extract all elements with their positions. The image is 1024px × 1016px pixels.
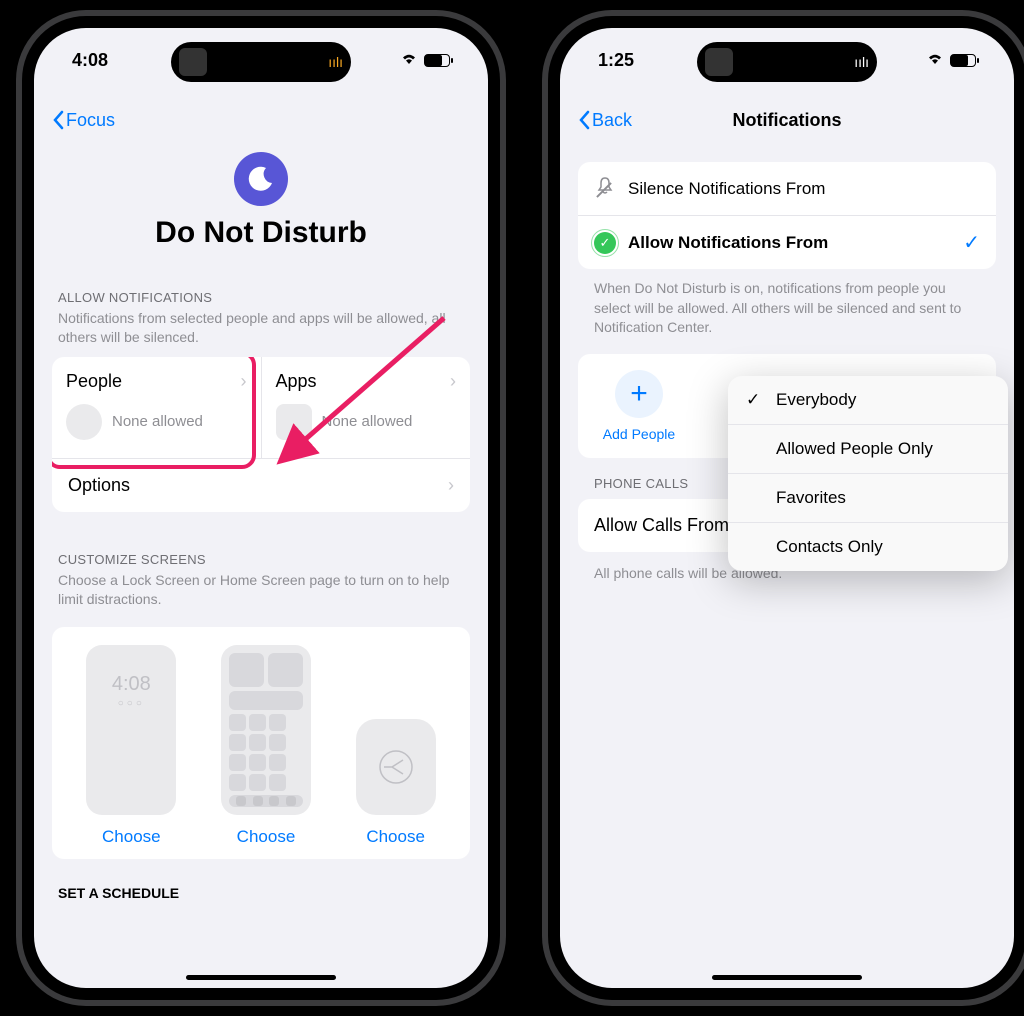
add-people-label: Add People	[603, 426, 675, 442]
calls-from-popover: ✓ Everybody Allowed People Only Favorite…	[728, 376, 1008, 571]
back-label: Back	[592, 110, 632, 131]
screens-card: 4:08 ○○○ Choose C	[52, 627, 470, 859]
home-screen-preview	[221, 645, 311, 815]
dynamic-island: ıılı	[171, 42, 351, 82]
checkmark-icon: ✓	[963, 230, 980, 255]
wifi-icon	[400, 51, 418, 70]
options-label: Options	[68, 475, 130, 496]
section-allow-header: ALLOW NOTIFICATIONS	[52, 290, 470, 305]
audio-wave-icon: ıılı	[854, 54, 869, 70]
section-schedule-header: SET A SCHEDULE	[52, 885, 470, 901]
people-sub: None allowed	[112, 413, 203, 430]
popover-label: Allowed People Only	[776, 439, 933, 459]
avatar-placeholder	[66, 404, 102, 440]
section-allow-desc: Notifications from selected people and a…	[52, 305, 470, 357]
watch-face-option[interactable]: Choose	[356, 719, 436, 847]
add-people-button[interactable]: + Add People	[594, 370, 684, 442]
home-indicator[interactable]	[712, 975, 862, 980]
popover-option-everybody[interactable]: ✓ Everybody	[728, 376, 1008, 424]
people-cell[interactable]: People › None allowed	[52, 357, 262, 458]
screen-right: 1:25 ıılı Back Notificat	[560, 28, 1014, 988]
now-playing-art	[705, 48, 733, 76]
status-time: 4:08	[72, 50, 108, 71]
choose-button[interactable]: Choose	[366, 827, 425, 847]
checkmark-icon: ✓	[746, 390, 764, 410]
status-time: 1:25	[598, 50, 634, 71]
dynamic-island: ıılı	[697, 42, 877, 82]
bezel: 4:08 ıılı Focus	[22, 16, 500, 1000]
section-screens-desc: Choose a Lock Screen or Home Screen page…	[52, 567, 470, 619]
options-row[interactable]: Options ›	[52, 459, 470, 512]
phone-frame-right: 1:25 ıılı Back Notificat	[542, 10, 1024, 1006]
allow-card: People › None allowed Apps ›	[52, 357, 470, 512]
apps-sub: None allowed	[322, 413, 413, 430]
popover-label: Everybody	[776, 390, 856, 410]
lock-screen-preview: 4:08 ○○○	[86, 645, 176, 815]
silence-label: Silence Notifications From	[628, 179, 980, 199]
lock-dots-icon: ○○○	[118, 698, 145, 709]
allow-description: When Do Not Disturb is on, notifications…	[578, 269, 996, 354]
audio-wave-icon: ıılı	[328, 54, 343, 70]
lock-screen-option[interactable]: 4:08 ○○○ Choose	[86, 645, 176, 847]
chevron-left-icon	[52, 110, 64, 130]
chevron-right-icon: ›	[241, 371, 247, 392]
popover-option-favorites[interactable]: Favorites	[728, 473, 1008, 522]
lock-preview-time: 4:08	[112, 673, 151, 696]
allow-option[interactable]: ✓ Allow Notifications From ✓	[578, 216, 996, 269]
back-button[interactable]: Back	[578, 110, 632, 131]
app-placeholder	[276, 404, 312, 440]
popover-label: Favorites	[776, 488, 846, 508]
popover-option-allowed[interactable]: Allowed People Only	[728, 424, 1008, 473]
section-screens-header: CUSTOMIZE SCREENS	[52, 552, 470, 567]
now-playing-art	[179, 48, 207, 76]
wifi-icon	[926, 51, 944, 70]
home-screen-option[interactable]: Choose	[221, 645, 311, 847]
popover-option-contacts[interactable]: Contacts Only	[728, 522, 1008, 571]
plus-icon: +	[615, 370, 663, 418]
mode-card: Silence Notifications From ✓ Allow Notif…	[578, 162, 996, 269]
chevron-left-icon	[578, 110, 590, 130]
choose-button[interactable]: Choose	[237, 827, 296, 847]
allow-label: Allow Notifications From	[628, 233, 951, 253]
content-right: Back Notifications Silence Notifications…	[560, 98, 1014, 988]
nav-bar: Back Notifications	[578, 98, 996, 142]
chevron-right-icon: ›	[448, 475, 454, 496]
content-left: Focus Do Not Disturb ALLOW NOTIFICATIONS…	[34, 98, 488, 988]
moon-icon	[234, 152, 288, 206]
status-right	[400, 50, 450, 71]
status-right	[926, 50, 976, 71]
silence-option[interactable]: Silence Notifications From	[578, 162, 996, 215]
verified-badge-icon: ✓	[594, 232, 616, 254]
hero: Do Not Disturb	[52, 152, 470, 250]
people-label: People	[66, 371, 122, 392]
choose-button[interactable]: Choose	[102, 827, 161, 847]
chevron-right-icon: ›	[450, 371, 456, 392]
popover-label: Contacts Only	[776, 537, 883, 557]
page-title: Notifications	[578, 110, 996, 131]
back-label: Focus	[66, 110, 115, 131]
apps-cell[interactable]: Apps › None allowed	[262, 357, 471, 458]
battery-icon	[424, 54, 450, 67]
bezel: 1:25 ıılı Back Notificat	[548, 16, 1024, 1000]
watch-face-icon	[378, 749, 414, 785]
split-row: People › None allowed Apps ›	[52, 357, 470, 458]
allow-calls-label: Allow Calls From	[594, 515, 729, 536]
home-indicator[interactable]	[186, 975, 336, 980]
apps-label: Apps	[276, 371, 317, 392]
page-title: Do Not Disturb	[52, 216, 470, 250]
battery-icon	[950, 54, 976, 67]
screen-left: 4:08 ıılı Focus	[34, 28, 488, 988]
nav-bar: Focus	[52, 98, 470, 142]
watch-preview	[356, 719, 436, 815]
back-button[interactable]: Focus	[52, 110, 115, 131]
phone-frame-left: 4:08 ıılı Focus	[16, 10, 506, 1006]
bell-slash-icon	[594, 176, 616, 201]
